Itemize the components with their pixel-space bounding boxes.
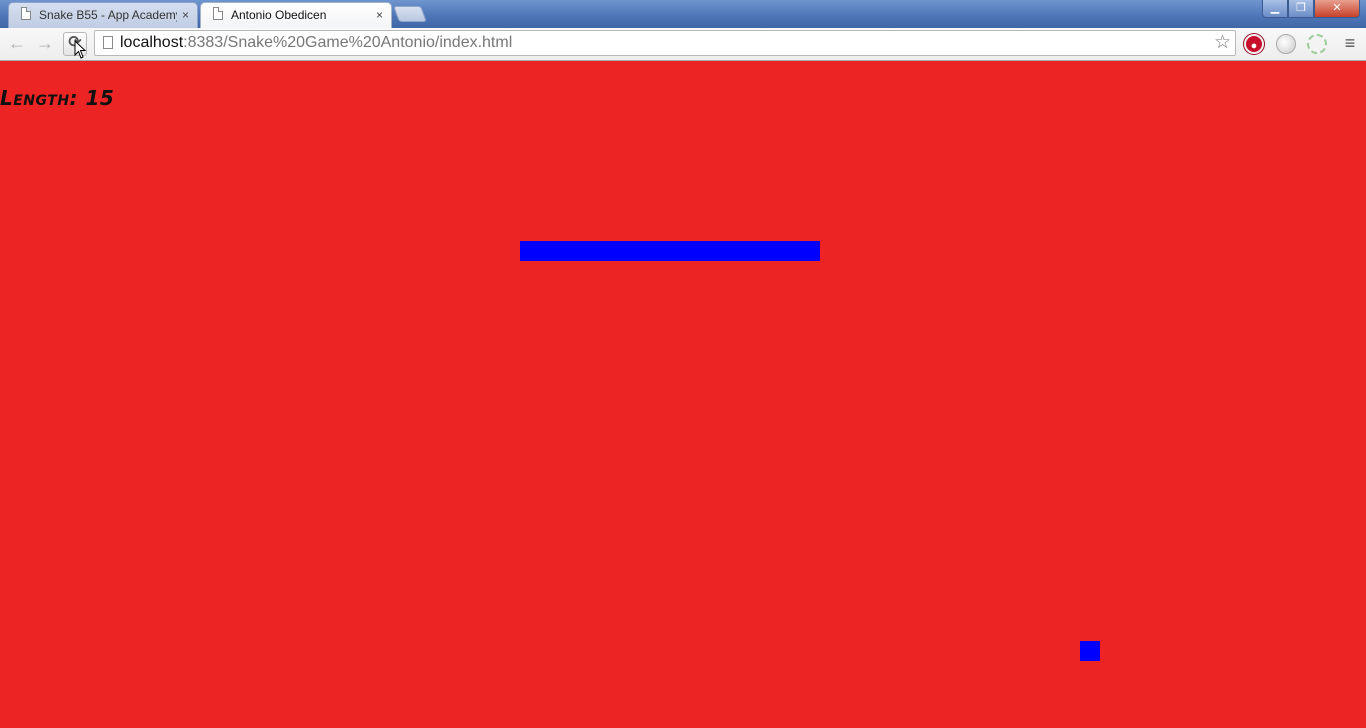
tab-antonio-obedicen[interactable]: Antonio Obedicen × <box>200 2 392 28</box>
page-icon <box>213 7 223 20</box>
close-window-button[interactable]: ✕ <box>1314 0 1360 18</box>
forward-button[interactable]: → <box>33 32 57 56</box>
url-path: :8383/Snake%20Game%20Antonio/index.html <box>183 34 513 51</box>
url-text[interactable]: localhost:8383/Snake%20Game%20Antonio/in… <box>120 34 512 52</box>
tab-snake-b55[interactable]: Snake B55 - App Academy × <box>8 2 198 28</box>
bookmark-star-icon[interactable]: ☆ <box>1214 32 1231 54</box>
refresh-extension-icon[interactable] <box>1307 34 1327 54</box>
food-pellet <box>1080 641 1100 661</box>
window-titlebar: Snake B55 - App Academy × Antonio Obedic… <box>0 0 1366 28</box>
close-tab-icon[interactable]: × <box>376 4 383 26</box>
page-icon <box>21 7 31 20</box>
snake-body <box>520 241 820 261</box>
address-bar[interactable]: localhost:8383/Snake%20Game%20Antonio/in… <box>94 30 1236 56</box>
tab-title: Snake B55 - App Academy <box>39 8 177 22</box>
minimize-window-button[interactable]: ▁ <box>1262 0 1288 18</box>
tab-title: Antonio Obedicen <box>231 8 327 22</box>
url-host: localhost <box>120 34 184 51</box>
back-button[interactable]: ← <box>5 32 29 56</box>
page-icon <box>103 36 113 49</box>
game-canvas[interactable]: Length: 15 <box>0 61 1366 728</box>
menu-icon[interactable]: ≡ <box>1340 34 1360 54</box>
snake-length-label: Length: 15 <box>0 86 115 110</box>
adblock-extension-icon[interactable]: ● <box>1244 34 1264 54</box>
new-tab-button[interactable] <box>393 6 427 22</box>
restore-window-button[interactable]: ❐ <box>1288 0 1314 18</box>
search-extension-icon[interactable] <box>1276 34 1296 54</box>
close-tab-icon[interactable]: × <box>182 4 189 26</box>
